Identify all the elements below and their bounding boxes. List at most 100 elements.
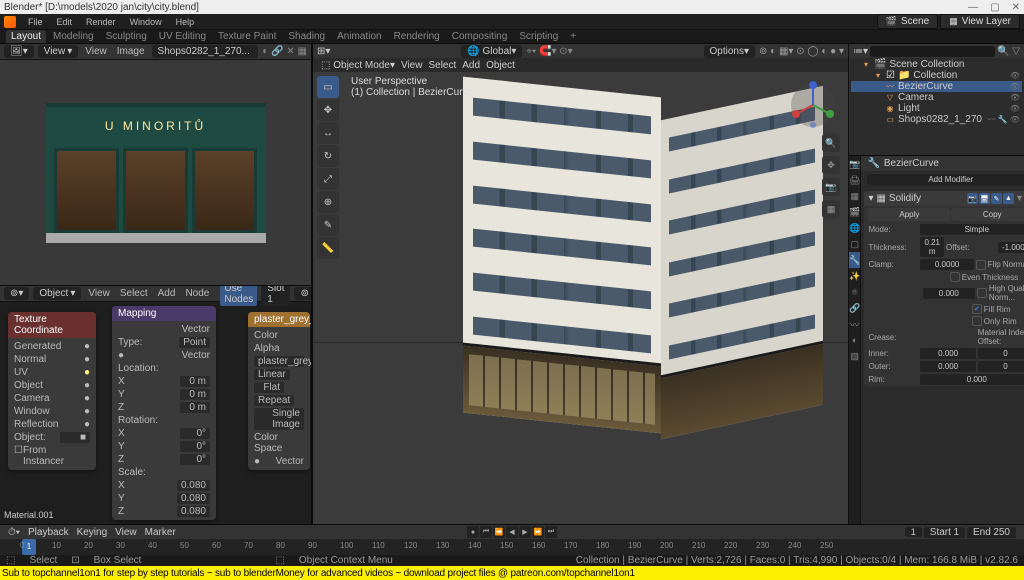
tl-menu-view[interactable]: View bbox=[115, 527, 137, 538]
outer-field[interactable]: 0.000 bbox=[920, 361, 975, 372]
inner-field[interactable]: 0.000 bbox=[920, 348, 975, 359]
outliner-search[interactable] bbox=[870, 46, 995, 57]
node-menu-node[interactable]: Node bbox=[182, 288, 212, 299]
proptab-output[interactable]: 🖨 bbox=[849, 172, 860, 188]
vp-menu-view[interactable]: View bbox=[401, 60, 423, 71]
minimize-icon[interactable]: — bbox=[968, 2, 978, 13]
node-menu-select[interactable]: Select bbox=[117, 288, 151, 299]
outliner-filter-icon[interactable]: 🔍 ▽ bbox=[997, 46, 1020, 57]
add-modifier-dropdown[interactable]: Add Modifier bbox=[867, 174, 1024, 185]
fill-check[interactable]: ✔ bbox=[972, 304, 982, 314]
tl-menu-playback[interactable]: Playback bbox=[28, 527, 69, 538]
tab-uv[interactable]: UV Editing bbox=[154, 30, 211, 43]
maximize-icon[interactable]: ▢ bbox=[990, 2, 999, 13]
tab-texture[interactable]: Texture Paint bbox=[213, 30, 281, 43]
shading-buttons[interactable]: ⊚ ◐ ▦▾ ⊙ ◯ ◐ ● ▾ bbox=[759, 46, 844, 57]
snap-icons[interactable]: ⌖▾ 🧲▾ ⊙▾ bbox=[526, 46, 572, 57]
node-mapping[interactable]: Mapping Vector Type:Point ●Vector Locati… bbox=[112, 306, 216, 520]
play-rev-icon[interactable]: ◀ bbox=[506, 526, 518, 538]
tool-cursor[interactable]: ✥ bbox=[317, 99, 339, 121]
img-menu-view[interactable]: View bbox=[82, 46, 110, 57]
tree-beziercurve[interactable]: 〰BezierCurve👁 bbox=[851, 81, 1022, 92]
menu-edit[interactable]: Edit bbox=[51, 16, 79, 28]
tree-camera[interactable]: ▽Camera👁 bbox=[851, 92, 1022, 103]
img-menu-image[interactable]: Image bbox=[114, 46, 148, 57]
proptab-material[interactable]: ◐ bbox=[849, 332, 860, 348]
tool-measure[interactable]: 📏 bbox=[317, 237, 339, 259]
flip-check[interactable] bbox=[976, 260, 986, 270]
proptab-constraints[interactable]: 🔗 bbox=[849, 300, 860, 316]
nav-move-icon[interactable]: ✥ bbox=[822, 156, 840, 174]
menu-file[interactable]: File bbox=[22, 16, 49, 28]
menu-help[interactable]: Help bbox=[170, 16, 201, 28]
editor-type-icon[interactable]: 🖼▾ bbox=[4, 45, 34, 58]
mode-dd[interactable]: Simple bbox=[920, 224, 1024, 235]
tab-rendering[interactable]: Rendering bbox=[389, 30, 445, 43]
tool-transform[interactable]: ⊕ bbox=[317, 191, 339, 213]
copy-button[interactable]: Copy bbox=[951, 208, 1024, 221]
nav-zoom-icon[interactable]: 🔍 bbox=[822, 134, 840, 152]
tl-menu-marker[interactable]: Marker bbox=[145, 527, 176, 538]
node-texture-coordinate[interactable]: Texture Coordinate Generated● Normal● UV… bbox=[8, 312, 96, 470]
image-toolbar-icons[interactable]: ◐ 🔗 ✕ ▦ bbox=[262, 46, 307, 57]
tree-collection[interactable]: ▾☑📁Collection👁 bbox=[851, 70, 1022, 81]
tool-rotate[interactable]: ↻ bbox=[317, 145, 339, 167]
tab-add[interactable]: + bbox=[565, 30, 581, 43]
even-check[interactable] bbox=[950, 272, 960, 282]
timeline-ruler[interactable]: 1 01020304050607080901001101201301401501… bbox=[0, 539, 1024, 555]
shader-node-editor[interactable]: ⊚▾ Object▾ View Select Add Node Use Node… bbox=[0, 286, 312, 524]
tab-layout[interactable]: Layout bbox=[6, 30, 46, 43]
tree-shops[interactable]: ▭Shops0282_1_270〰 🔧 👁 bbox=[851, 114, 1022, 125]
only-check[interactable] bbox=[972, 316, 982, 326]
vp-menu-select[interactable]: Select bbox=[428, 60, 456, 71]
tab-sculpting[interactable]: Sculpting bbox=[101, 30, 152, 43]
mod-menu-icon[interactable]: ▾ ✕ bbox=[1017, 193, 1024, 204]
frame-current[interactable]: 1 bbox=[905, 527, 922, 537]
proptab-texture[interactable]: ▨ bbox=[849, 348, 860, 364]
apply-button[interactable]: Apply bbox=[868, 208, 950, 221]
options-dd[interactable]: Options▾ bbox=[704, 45, 756, 58]
tab-animation[interactable]: Animation bbox=[332, 30, 386, 43]
view-mode-dropdown[interactable]: View▾ bbox=[38, 45, 79, 58]
next-key-icon[interactable]: ⏩ bbox=[532, 526, 544, 538]
proptab-viewlayer[interactable]: ▦ bbox=[849, 188, 860, 204]
vp-menu-add[interactable]: Add bbox=[462, 60, 480, 71]
menu-window[interactable]: Window bbox=[124, 16, 168, 28]
viewport-editor-icon[interactable]: ⊞▾ bbox=[317, 46, 330, 57]
mod-display-render[interactable]: 📷 bbox=[967, 193, 978, 204]
frame-end[interactable]: End 250 bbox=[967, 527, 1016, 538]
tool-select-box[interactable]: ▭ bbox=[317, 76, 339, 98]
mod-expand-icon[interactable]: ▾ bbox=[868, 193, 873, 204]
timeline-type-icon[interactable]: ⏱▾ bbox=[8, 527, 20, 538]
proptab-object[interactable]: ▢ bbox=[849, 236, 860, 252]
tree-light[interactable]: ◉Light👁 bbox=[851, 103, 1022, 114]
autokey-icon[interactable]: ● bbox=[467, 526, 479, 538]
nav-gizmo[interactable] bbox=[788, 80, 838, 130]
viewlayer-dropdown[interactable]: ▦ View Layer bbox=[940, 14, 1020, 29]
mod-display-viewport[interactable]: 🖥 bbox=[979, 193, 990, 204]
proptab-world[interactable]: 🌐 bbox=[849, 220, 860, 236]
tool-annotate[interactable]: ✎ bbox=[317, 214, 339, 236]
tab-shading[interactable]: Shading bbox=[283, 30, 330, 43]
node-editor-type-icon[interactable]: ⊚▾ bbox=[4, 287, 29, 300]
frame-start[interactable]: Start 1 bbox=[924, 527, 965, 538]
use-nodes-toggle[interactable]: Use Nodes bbox=[220, 286, 257, 306]
clamp-field[interactable]: 0.0000 bbox=[920, 259, 973, 270]
image-name-field[interactable]: Shops0282_1_270... bbox=[152, 45, 259, 58]
hq-check[interactable] bbox=[977, 288, 987, 298]
play-icon[interactable]: ▶ bbox=[519, 526, 531, 538]
material-dd[interactable]: ⊚ Material bbox=[294, 287, 312, 300]
mod-display-edit[interactable]: ✎ bbox=[991, 193, 1002, 204]
building-mesh[interactable] bbox=[463, 73, 823, 493]
3d-viewport[interactable]: ⊞▾ 🌐 Global▾ ⌖▾ 🧲▾ ⊙▾ Options▾ ⊚ ◐ ▦▾ ⊙ … bbox=[312, 44, 848, 524]
proptab-render[interactable]: 📷 bbox=[849, 156, 860, 172]
jump-end-icon[interactable]: ⏭ bbox=[545, 526, 557, 538]
proptab-particles[interactable]: ✨ bbox=[849, 268, 860, 284]
offset-field[interactable]: -1.0000 bbox=[998, 242, 1024, 253]
scene-dropdown[interactable]: 🎬 Scene bbox=[877, 14, 939, 29]
vp-menu-object[interactable]: Object bbox=[486, 60, 515, 71]
mode-dropdown[interactable]: ⬚ Object Mode▾ bbox=[321, 60, 395, 71]
vgroup-field[interactable] bbox=[868, 276, 947, 278]
nav-camera-icon[interactable]: 📷 bbox=[822, 178, 840, 196]
node-menu-add[interactable]: Add bbox=[155, 288, 179, 299]
